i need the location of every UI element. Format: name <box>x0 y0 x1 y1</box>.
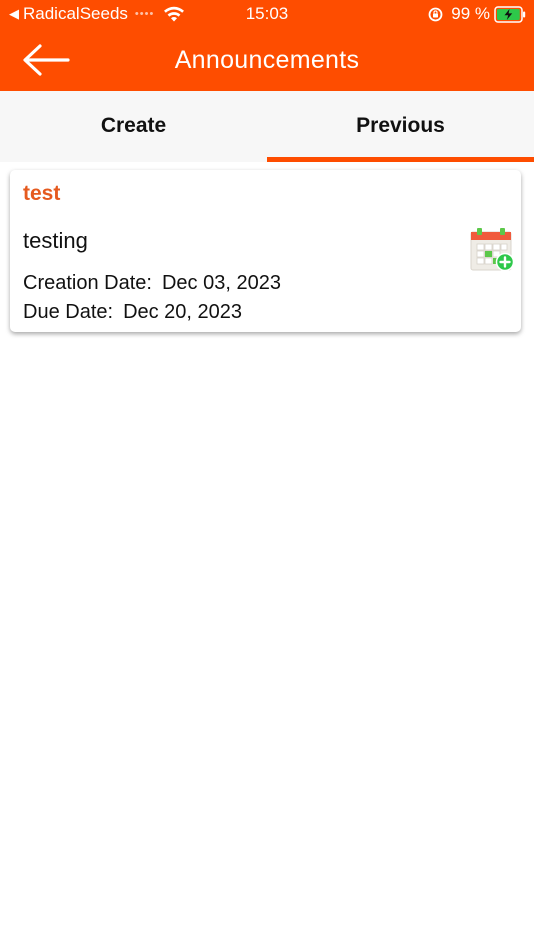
creation-date-row: Creation Date: Dec 03, 2023 <box>23 272 281 295</box>
tab-create[interactable]: Create <box>0 91 267 162</box>
page-title: Announcements <box>174 46 360 74</box>
tab-create-label: Create <box>100 114 167 137</box>
creation-date-label: Creation Date: <box>23 272 152 294</box>
tab-bar: Create Previous <box>0 91 534 162</box>
creation-date-value: Dec 03, 2023 <box>161 272 281 294</box>
header: ◀ RadicalSeeds •••• 15:03 99 % Announcem… <box>0 0 534 91</box>
active-tab-indicator <box>267 157 534 162</box>
add-to-calendar-button[interactable] <box>469 226 515 274</box>
add-to-calendar-icon <box>470 228 515 272</box>
announcement-card[interactable]: test testing Creation Date: Dec 03, 2023 … <box>10 170 521 332</box>
status-bar: ◀ RadicalSeeds •••• 15:03 99 % <box>0 0 534 30</box>
tab-previous[interactable]: Previous <box>267 91 534 162</box>
battery-percent: 99 % <box>451 4 490 23</box>
due-date-value: Dec 20, 2023 <box>123 301 243 323</box>
tab-previous-label: Previous <box>356 114 445 137</box>
nav-bar: Announcements <box>0 30 534 91</box>
announcement-title: test <box>23 182 61 205</box>
battery-charging-icon <box>494 5 526 23</box>
due-date-label: Due Date: <box>23 301 114 323</box>
app-screen: ◀ RadicalSeeds •••• 15:03 99 % Announcem… <box>0 0 534 950</box>
status-bar-right: 99 % <box>428 4 526 24</box>
due-date-row: Due Date: Dec 20, 2023 <box>23 301 242 324</box>
orientation-lock-icon <box>428 7 443 21</box>
announcement-body: testing <box>23 228 88 253</box>
